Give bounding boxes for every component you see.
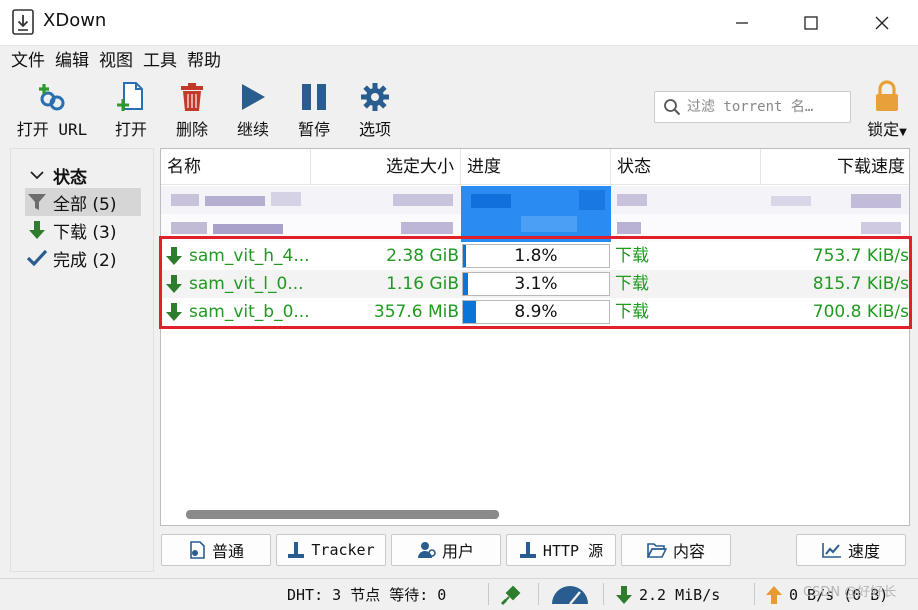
status-separator: [488, 583, 489, 605]
torrent-list[interactable]: 名称 选定大小 进度 状态 下载速度 sam_vit_h_4... 2.38 G…: [160, 148, 910, 526]
gear-icon: [361, 80, 389, 114]
window-title: XDown: [43, 10, 107, 31]
download-rate-text: 2.2 MiB/s: [639, 586, 721, 604]
down-arrow-icon: [25, 220, 49, 240]
status-separator: [754, 583, 755, 605]
dht-status: DHT: 3 节点 等待: 0: [287, 586, 447, 604]
folder-open-icon: [646, 542, 667, 558]
chevron-down-icon: [25, 170, 49, 180]
sidebar-item-all[interactable]: 全部 (5): [25, 188, 141, 216]
menu-edit[interactable]: 编辑: [50, 47, 94, 75]
download-rate: 2.2 MiB/s: [615, 583, 720, 607]
server-icon: [287, 541, 305, 559]
sidebar-header[interactable]: 状态: [25, 161, 87, 189]
tab-tracker[interactable]: Tracker: [276, 534, 386, 566]
menu-help[interactable]: 帮助: [182, 47, 226, 75]
redacted-rows: [161, 186, 909, 242]
column-header-status[interactable]: 状态: [611, 149, 761, 185]
tab-tracker-label: Tracker: [311, 541, 375, 559]
lock-label: 锁定▼: [867, 120, 907, 139]
connection-status[interactable]: [500, 583, 522, 607]
tab-http-label: HTTP 源: [542, 541, 604, 560]
column-header-name[interactable]: 名称: [161, 149, 311, 185]
close-button[interactable]: [852, 0, 912, 46]
tab-peers[interactable]: 用户: [391, 534, 501, 566]
tab-content-label: 内容: [672, 542, 705, 561]
open-url-button[interactable]: 打开 URL: [12, 80, 92, 142]
menu-view[interactable]: 视图: [94, 47, 138, 75]
column-header-speed[interactable]: 下载速度: [761, 149, 909, 185]
pause-label: 暂停: [297, 120, 330, 139]
tab-content[interactable]: 内容: [621, 534, 731, 566]
lock-icon: [876, 80, 898, 111]
maximize-button[interactable]: [781, 0, 841, 46]
menu-file[interactable]: 文件: [6, 47, 50, 75]
close-icon: [875, 16, 889, 30]
play-icon: [240, 80, 266, 114]
sidebar-item-complete[interactable]: 完成 (2): [25, 244, 116, 272]
horizontal-scrollbar[interactable]: [186, 510, 499, 519]
status-separator: [603, 583, 604, 605]
tab-general[interactable]: 普通: [161, 534, 271, 566]
status-bar: DHT: 3 节点 等待: 0 2.2 MiB/s 0 B/s (0 B): [0, 578, 918, 610]
trash-icon: [179, 80, 205, 114]
maximize-icon: [804, 16, 818, 30]
link-add-icon: [36, 80, 68, 114]
sidebar-header-label: 状态: [53, 167, 87, 188]
selection-highlight-box: [159, 236, 912, 329]
tab-http-sources[interactable]: HTTP 源: [506, 534, 616, 566]
gear-document-icon: [188, 541, 206, 559]
menu-bar: 文件 编辑 视图 工具 帮助: [0, 46, 918, 76]
sidebar-item-label: 下载 (3): [53, 222, 117, 243]
tab-speed[interactable]: 速度: [796, 534, 906, 566]
title-bar: XDown: [0, 0, 918, 46]
line-chart-icon: [822, 542, 842, 558]
minimize-button[interactable]: [712, 0, 772, 46]
up-arrow-icon: [766, 586, 782, 604]
tab-general-label: 普通: [211, 542, 244, 561]
status-separator: [538, 583, 539, 605]
options-label: 选项: [358, 120, 391, 139]
search-icon: [664, 99, 681, 116]
download-box-icon: [12, 9, 34, 35]
users-icon: [417, 541, 436, 559]
plug-icon: [500, 585, 521, 606]
status-sidebar: 状态 全部 (5) 下载 (3) 完成 (2): [10, 148, 154, 572]
pause-icon: [301, 80, 327, 114]
column-header-progress[interactable]: 进度: [461, 149, 611, 185]
menu-tools[interactable]: 工具: [138, 47, 182, 75]
minimize-icon: [736, 22, 748, 24]
open-url-label: 打开 URL: [16, 120, 88, 139]
column-header-size[interactable]: 选定大小: [311, 149, 461, 185]
list-header: 名称 选定大小 进度 状态 下载速度: [161, 149, 909, 185]
resume-button[interactable]: 继续: [228, 80, 278, 142]
down-arrow-icon: [616, 586, 632, 604]
tab-peers-label: 用户: [441, 542, 474, 561]
checkmark-icon: [25, 249, 49, 267]
watermark: CSDN @好好长: [803, 585, 897, 600]
server-icon: [519, 541, 537, 559]
resume-label: 继续: [236, 120, 269, 139]
file-add-icon: [117, 80, 145, 114]
open-button[interactable]: 打开: [106, 80, 156, 142]
toolbar: 打开 URL 打开 删除 继续 暂停 选项 锁定▼: [0, 76, 918, 144]
filter-box[interactable]: [654, 91, 851, 123]
delete-button[interactable]: 删除: [167, 80, 217, 142]
options-button[interactable]: 选项: [350, 80, 400, 142]
sidebar-item-label: 全部 (5): [53, 194, 117, 215]
filter-icon: [25, 192, 49, 212]
speedometer-icon: [552, 586, 588, 605]
lock-button[interactable]: 锁定▼: [862, 80, 912, 142]
open-label: 打开: [114, 120, 147, 139]
pause-button[interactable]: 暂停: [289, 80, 339, 142]
tab-speed-label: 速度: [847, 542, 880, 561]
delete-label: 删除: [175, 120, 208, 139]
speed-limit-toggle[interactable]: [550, 583, 590, 607]
dropdown-arrow-icon: ▼: [899, 127, 907, 138]
filter-input[interactable]: [687, 99, 847, 115]
sidebar-item-downloading[interactable]: 下载 (3): [25, 216, 116, 244]
sidebar-item-label: 完成 (2): [53, 250, 117, 271]
